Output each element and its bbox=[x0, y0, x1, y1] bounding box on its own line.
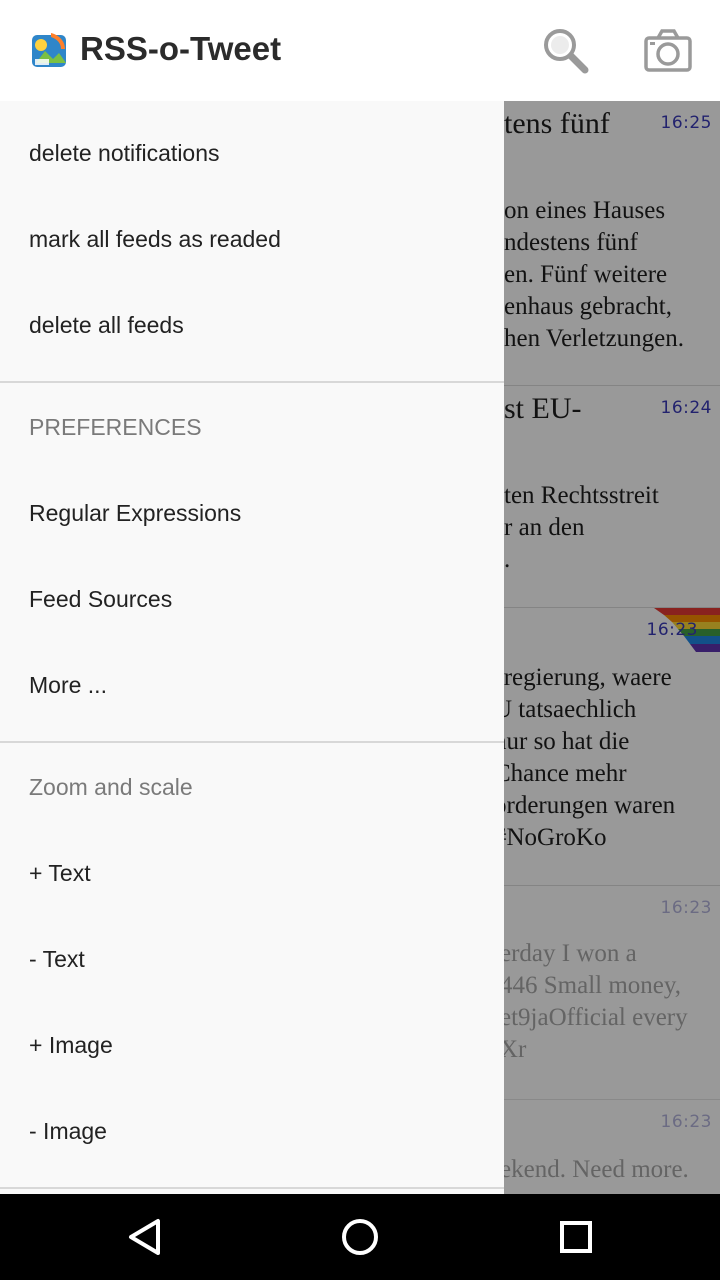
preferences-header: PREFERENCES bbox=[29, 414, 202, 440]
delete-notifications-item[interactable]: delete notifications bbox=[29, 140, 220, 167]
increase-image-item[interactable]: + Image bbox=[29, 1032, 113, 1059]
mark-all-read-item[interactable]: mark all feeds as readed bbox=[29, 226, 281, 253]
feed-sources-item[interactable]: Feed Sources bbox=[29, 586, 172, 613]
drawer-divider bbox=[0, 381, 504, 383]
drawer-divider bbox=[0, 741, 504, 743]
app-bar: RSS-o-Tweet bbox=[0, 0, 720, 101]
more-item[interactable]: More ... bbox=[29, 672, 107, 699]
back-triangle-icon[interactable] bbox=[120, 1212, 170, 1262]
navigation-drawer: delete notifications mark all feeds as r… bbox=[0, 101, 504, 1194]
camera-icon[interactable] bbox=[642, 26, 696, 76]
search-icon[interactable] bbox=[540, 26, 592, 76]
increase-text-item[interactable]: + Text bbox=[29, 860, 91, 887]
decrease-text-item[interactable]: - Text bbox=[29, 946, 85, 973]
drawer-divider bbox=[0, 1187, 504, 1189]
zoom-header: Zoom and scale bbox=[29, 774, 193, 800]
app-logo-icon bbox=[31, 31, 69, 69]
recents-square-icon[interactable] bbox=[551, 1212, 601, 1262]
regular-expressions-item[interactable]: Regular Expressions bbox=[29, 500, 241, 527]
home-circle-icon[interactable] bbox=[335, 1212, 385, 1262]
delete-all-feeds-item[interactable]: delete all feeds bbox=[29, 312, 184, 339]
system-nav-bar bbox=[0, 1194, 720, 1280]
app-title: RSS-o-Tweet bbox=[80, 30, 282, 67]
decrease-image-item[interactable]: - Image bbox=[29, 1118, 107, 1145]
